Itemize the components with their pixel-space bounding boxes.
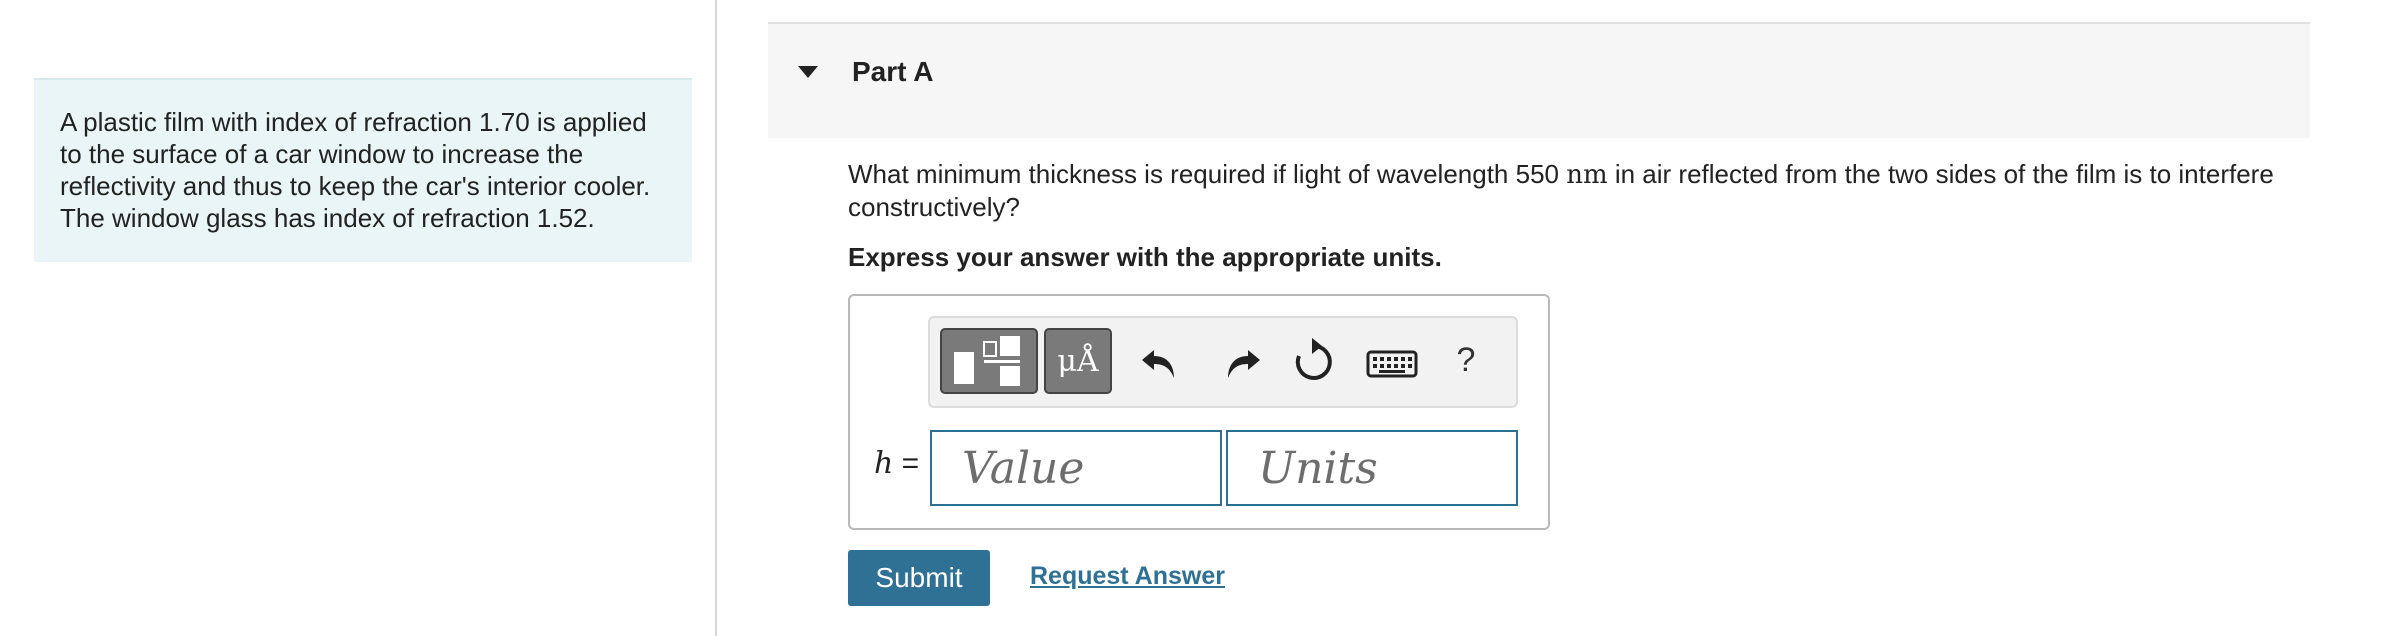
mastering-physics-page: A plastic film with index of refraction … <box>0 0 2382 636</box>
question-text: What minimum thickness is required if li… <box>848 158 2308 223</box>
request-answer-link[interactable]: Request Answer <box>1030 562 1225 591</box>
templates-icon <box>954 336 1020 386</box>
problem-statement: A plastic film with index of refraction … <box>34 78 692 262</box>
problem-text: A plastic film with index of refraction … <box>60 107 651 233</box>
answer-variable: h <box>874 446 894 481</box>
redo-icon[interactable] <box>1212 334 1268 390</box>
question-unit: nm <box>1566 160 1608 190</box>
templates-button[interactable] <box>940 328 1038 394</box>
keyboard-icon[interactable] <box>1362 334 1422 390</box>
math-toolbar: μÅ ? <box>928 316 1518 408</box>
answer-box: μÅ ? h = Value Units <box>848 294 1550 530</box>
submit-button[interactable]: Submit <box>848 550 990 606</box>
units-input[interactable] <box>1226 430 1518 506</box>
symbols-button[interactable]: μÅ <box>1044 328 1112 394</box>
answer-equals: = <box>893 447 920 480</box>
help-button[interactable]: ? <box>1446 332 1486 388</box>
reset-icon[interactable] <box>1286 334 1342 390</box>
undo-icon[interactable] <box>1134 334 1190 390</box>
value-input[interactable] <box>930 430 1222 506</box>
part-header[interactable]: Part A <box>768 22 2310 138</box>
panel-divider <box>715 0 717 636</box>
question-text-start: What minimum thickness is required if li… <box>848 159 1567 189</box>
caret-down-icon[interactable] <box>796 62 820 82</box>
part-title: Part A <box>852 56 934 87</box>
answer-instructions: Express your answer with the appropriate… <box>848 242 1442 272</box>
answer-variable-label: h = <box>874 446 919 481</box>
